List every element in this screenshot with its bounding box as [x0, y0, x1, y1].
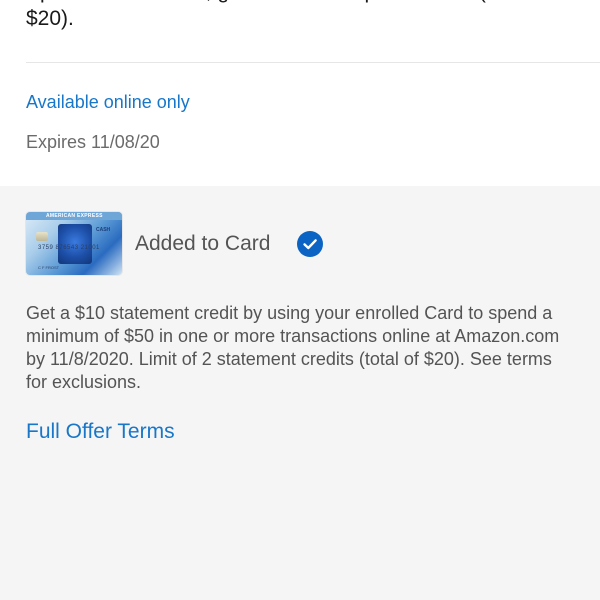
card-brand-text: AMERICAN EXPRESS	[46, 213, 103, 219]
card-product-text: CASH	[96, 227, 111, 233]
offer-description: Get a $10 statement credit by using your…	[26, 303, 560, 392]
card-holder-text: C F FROST	[38, 265, 60, 270]
card-image: AMERICAN EXPRESS CASH 3759 876543 21001 …	[26, 212, 122, 275]
offer-details-section: AMERICAN EXPRESS CASH 3759 876543 21001 …	[0, 186, 600, 600]
added-to-card-label: Added to Card	[135, 232, 271, 255]
card-number-text: 3759 876543 21001	[38, 245, 100, 251]
card-centurion-logo	[58, 224, 92, 264]
expiration-date: Expires 11/08/20	[26, 132, 160, 152]
card-chip	[36, 232, 48, 241]
offer-summary-section: Spend $50 or more, get $10 back. Up to 2…	[0, 0, 600, 186]
full-offer-terms-link[interactable]: Full Offer Terms	[26, 418, 175, 446]
check-circle-icon	[297, 231, 323, 257]
offer-headline: Spend $50 or more, get $10 back. Up to 2…	[26, 0, 549, 30]
divider	[26, 62, 600, 63]
offer-details-page: Spend $50 or more, get $10 back. Up to 2…	[0, 0, 600, 600]
availability-label: Available online only	[26, 92, 190, 112]
